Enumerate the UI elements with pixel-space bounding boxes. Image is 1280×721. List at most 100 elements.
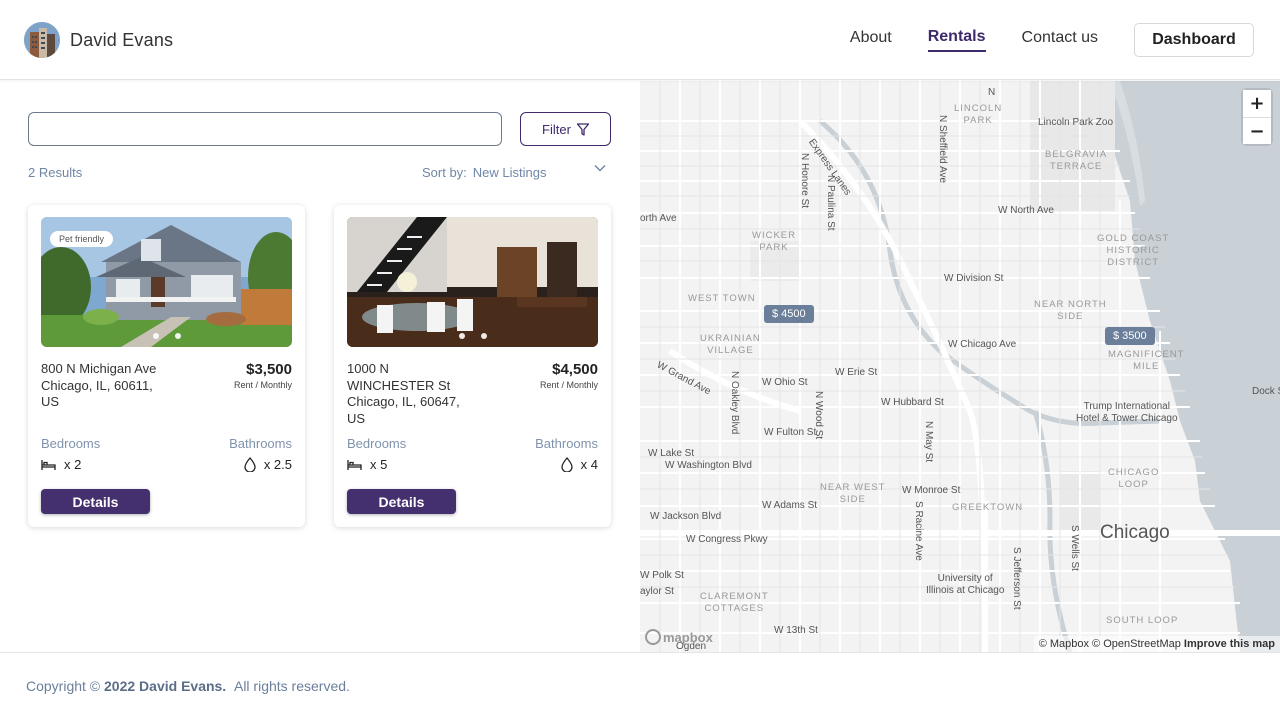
chevron-down-icon [594,165,606,172]
map[interactable]: LINCOLN PARK N Lincoln Park Zoo BELGRAVIA… [640,81,1280,652]
bathrooms-label: Bathrooms [535,436,598,451]
carousel-dot[interactable] [152,333,159,339]
search-input[interactable] [28,112,502,146]
map-label: W Jackson Blvd [650,511,722,522]
listing-price: $3,500 [246,361,292,378]
map-label: CHICAGO LOOP [1108,467,1160,490]
site-footer: Copyright © 2022 David Evans. All rights… [0,652,1280,721]
address-line: 1000 N [347,361,389,376]
map-label: NEAR WEST SIDE [820,482,886,505]
copyright-suffix: All rights reserved. [233,678,350,694]
nav-contact[interactable]: Contact us [1022,29,1098,51]
map-label: N May St [923,421,934,463]
zoom-controls: + − [1243,90,1271,144]
map-label: W North Ave [998,205,1054,216]
map-label: N [988,87,996,98]
map-label: W 13th St [774,625,818,636]
sort-dropdown[interactable]: Sort by: New Listings [422,165,606,180]
details-button[interactable]: Details [347,489,456,514]
listing-address: 800 N Michigan Ave Chicago, IL, 60611, U… [41,361,171,411]
mapbox-logo[interactable]: mapbox [645,629,713,645]
map-label: W Erie St [835,367,878,378]
carousel-dots[interactable] [41,333,292,339]
nav-rentals[interactable]: Rentals [927,28,986,52]
bathrooms-count: x 2.5 [263,457,292,472]
map-label: GOLD COAST HISTORIC DISTRICT [1097,233,1170,268]
carousel-dot[interactable] [458,333,465,339]
zoom-out-button[interactable]: − [1243,117,1271,144]
address-line: Chicago, IL, 60647, [347,394,460,409]
listing-address: 1000 N WINCHESTER St Chicago, IL, 60647,… [347,361,477,427]
map-label: W Fulton St [764,427,817,438]
map-city-label: Chicago [1100,522,1170,543]
map-label: N Wood St [813,391,824,440]
mapbox-logo-text: mapbox [663,629,713,645]
map-label: W Lake St [648,448,695,459]
map-label: W Monroe St [902,485,961,496]
pet-friendly-badge: Pet friendly [50,231,114,247]
map-label: N Honore St [799,153,810,209]
map-label: aylor St [640,586,674,597]
map-label: NEAR NORTH SIDE [1034,299,1107,322]
details-button[interactable]: Details [41,489,150,514]
map-attribution: © Mapbox © OpenStreetMap Improve this ma… [1033,636,1280,652]
attribution-text[interactable]: © Mapbox © OpenStreetMap [1039,638,1181,650]
copyright: Copyright © 2022 David Evans. All rights… [26,678,350,694]
bedrooms-count: x 2 [64,457,82,472]
map-label: Trump International Hotel & Tower Chicago [1076,401,1178,424]
address-line: US [41,394,60,409]
carousel-dots[interactable] [347,333,598,339]
bedrooms-label: Bedrooms [347,436,407,451]
water-drop-icon [244,457,256,472]
water-drop-icon [561,457,573,472]
map-label: W Division St [944,273,1004,284]
carousel-dot[interactable] [174,333,181,339]
listing-photo[interactable]: Pet friendly [41,217,292,347]
carousel-dot[interactable] [480,333,487,339]
map-label: Lincoln Park Zoo [1038,117,1114,128]
nav-about[interactable]: About [850,29,892,51]
price-marker[interactable]: $ 4500 [764,305,814,323]
price-marker[interactable]: $ 3500 [1105,327,1155,345]
bedrooms-value: x 2 [41,457,81,472]
filter-button[interactable]: Filter [520,112,611,146]
improve-map-link[interactable]: Improve this map [1184,638,1275,650]
map-label: S Jefferson St [1011,547,1022,610]
price-period: Rent / Monthly [539,380,598,390]
avatar [24,22,60,58]
map-label: WICKER PARK [752,230,796,253]
bathrooms-value: x 2.5 [244,457,292,472]
brand-name: David Evans [70,29,174,50]
main-nav: About Rentals Contact us Dashboard [850,23,1254,57]
brand[interactable]: David Evans [24,22,173,58]
map-label: BELGRAVIA TERRACE [1045,149,1108,172]
listing-card: Pet friendly 800 N Michigan Ave Chicago,… [28,205,305,527]
zoom-in-button[interactable]: + [1243,90,1271,117]
mapbox-logo-icon [645,629,661,645]
map-label: GREEKTOWN [952,502,1024,513]
results-count: 2 Results [28,165,83,180]
sort-label: Sort by: [422,165,467,180]
address-line: US [347,410,366,426]
map-label: SOUTH LOOP [1106,615,1179,626]
copyright-prefix: Copyright © [26,678,101,694]
dashboard-button[interactable]: Dashboard [1134,23,1254,57]
map-label: UKRAINIAN VILLAGE [700,333,761,356]
site-header: David Evans About Rentals Contact us Das… [0,0,1280,80]
map-label: W Washington Blvd [665,460,752,471]
bedrooms-value: x 5 [347,457,387,472]
map-label: CLAREMONT COTTAGES [700,591,769,614]
map-label: W Polk St [640,570,684,581]
price-period: Rent / Monthly [233,380,292,390]
map-label: WEST TOWN [688,293,756,304]
listings-panel: Filter 2 Results Sort by: New Listings P… [0,81,640,652]
filter-funnel-icon [576,122,589,136]
bathrooms-label: Bathrooms [229,436,292,451]
map-label: orth Ave [640,213,677,224]
listing-photo[interactable] [347,217,598,347]
map-label: N Sheffield Ave [937,115,948,184]
map-label: MAGNIFICENT MILE [1108,349,1185,372]
map-label: W Chicago Ave [948,339,1017,350]
copyright-owner: 2022 David Evans. [104,678,227,694]
bed-icon [347,459,362,470]
